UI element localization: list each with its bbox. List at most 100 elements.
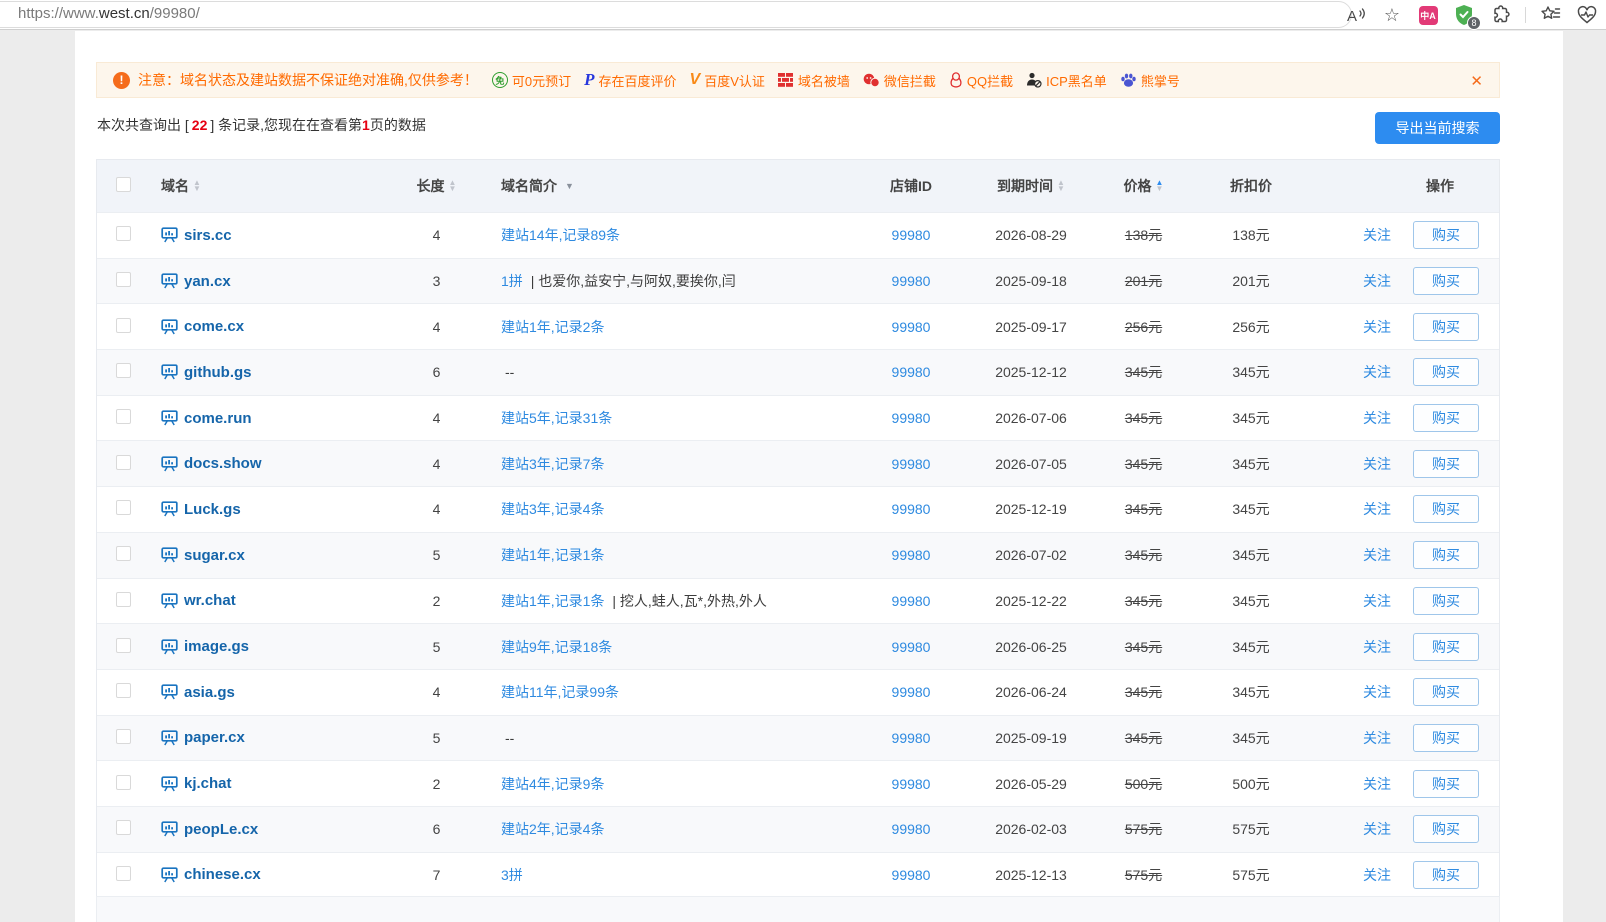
legend-label[interactable]: 百度V认证 [704,71,765,90]
buy-button[interactable]: 购买 [1413,221,1479,249]
url-text[interactable]: https://www.west.cn/99980/ [18,5,200,22]
extensions-puzzle-icon[interactable] [1489,4,1511,26]
shop-id-link[interactable]: 99980 [892,364,931,380]
shop-id-link[interactable]: 99980 [892,639,931,655]
legend-label[interactable]: 可0元预订 [512,71,571,90]
follow-link[interactable]: 关注 [1363,362,1391,382]
shop-id-link[interactable]: 99980 [892,410,931,426]
buy-button[interactable]: 购买 [1413,404,1479,432]
domain-link[interactable]: come.cx [184,318,244,335]
shop-id-link[interactable]: 99980 [892,547,931,563]
buy-button[interactable]: 购买 [1413,770,1479,798]
domain-link[interactable]: Luck.gs [184,501,241,518]
intro-link[interactable]: 建站1年,记录1条 [501,593,604,609]
buy-button[interactable]: 购买 [1413,267,1479,295]
shop-id-link[interactable]: 99980 [892,776,931,792]
header-length[interactable]: 长度 ▲▼ [417,176,457,196]
buy-button[interactable]: 购买 [1413,541,1479,569]
translate-icon[interactable]: 中A [1417,4,1439,26]
follow-link[interactable]: 关注 [1363,682,1391,702]
buy-button[interactable]: 购买 [1413,815,1479,843]
follow-link[interactable]: 关注 [1363,819,1391,839]
intro-link[interactable]: 建站11年,记录99条 [501,684,619,700]
shop-id-link[interactable]: 99980 [892,319,931,335]
header-intro[interactable]: 域名简介 ▼ [501,176,574,196]
row-checkbox[interactable] [116,683,131,698]
row-checkbox[interactable] [116,363,131,378]
row-checkbox[interactable] [116,775,131,790]
browser-essentials-icon[interactable] [1576,4,1598,26]
follow-link[interactable]: 关注 [1363,225,1391,245]
follow-link[interactable]: 关注 [1363,865,1391,885]
follow-link[interactable]: 关注 [1363,499,1391,519]
intro-link[interactable]: 建站14年,记录89条 [501,227,620,243]
shop-id-link[interactable]: 99980 [892,273,931,289]
legend-label[interactable]: QQ拦截 [967,71,1013,90]
collections-icon[interactable] [1540,4,1562,26]
buy-button[interactable]: 购买 [1413,724,1479,752]
buy-button[interactable]: 购买 [1413,678,1479,706]
buy-button[interactable]: 购买 [1413,313,1479,341]
row-checkbox[interactable] [116,409,131,424]
intro-link[interactable]: 建站2年,记录4条 [501,821,604,837]
follow-link[interactable]: 关注 [1363,728,1391,748]
domain-link[interactable]: wr.chat [184,592,236,609]
intro-link[interactable]: 建站5年,记录31条 [501,410,612,426]
intro-link[interactable]: 建站3年,记录4条 [501,501,604,517]
favorite-star-icon[interactable]: ☆ [1381,4,1403,26]
legend-label[interactable]: 熊掌号 [1141,71,1180,90]
row-checkbox[interactable] [116,729,131,744]
row-checkbox[interactable] [116,546,131,561]
domain-link[interactable]: come.run [184,410,252,427]
legend-label[interactable]: ICP黑名单 [1046,71,1107,90]
domain-link[interactable]: peopLe.cx [184,821,258,838]
intro-link[interactable]: 建站3年,记录7条 [501,456,604,472]
domain-link[interactable]: image.gs [184,638,249,655]
export-search-button[interactable]: 导出当前搜索 [1375,112,1500,144]
domain-link[interactable]: github.gs [184,364,252,381]
address-bar[interactable] [0,1,1352,28]
follow-link[interactable]: 关注 [1363,637,1391,657]
follow-link[interactable]: 关注 [1363,408,1391,428]
buy-button[interactable]: 购买 [1413,450,1479,478]
shop-id-link[interactable]: 99980 [892,684,931,700]
follow-link[interactable]: 关注 [1363,774,1391,794]
row-checkbox[interactable] [116,820,131,835]
shop-id-link[interactable]: 99980 [892,227,931,243]
domain-link[interactable]: docs.show [184,455,262,472]
row-checkbox[interactable] [116,226,131,241]
domain-link[interactable]: chinese.cx [184,866,261,883]
follow-link[interactable]: 关注 [1363,591,1391,611]
shop-id-link[interactable]: 99980 [892,456,931,472]
header-domain[interactable]: 域名 ▲▼ [161,176,201,196]
adblock-shield-icon[interactable]: 8 [1453,4,1475,26]
select-all-checkbox[interactable] [116,177,131,192]
shop-id-link[interactable]: 99980 [892,501,931,517]
shop-id-link[interactable]: 99980 [892,867,931,883]
row-checkbox[interactable] [116,592,131,607]
follow-link[interactable]: 关注 [1363,271,1391,291]
header-expire[interactable]: 到期时间 ▲▼ [997,176,1065,196]
domain-link[interactable]: kj.chat [184,775,232,792]
domain-link[interactable]: paper.cx [184,729,245,746]
shop-id-link[interactable]: 99980 [892,730,931,746]
domain-link[interactable]: sugar.cx [184,547,245,564]
close-icon[interactable]: ✕ [1470,72,1483,90]
domain-link[interactable]: sirs.cc [184,227,232,244]
row-checkbox[interactable] [116,866,131,881]
buy-button[interactable]: 购买 [1413,358,1479,386]
follow-link[interactable]: 关注 [1363,454,1391,474]
buy-button[interactable]: 购买 [1413,495,1479,523]
intro-link[interactable]: 建站4年,记录9条 [501,776,604,792]
row-checkbox[interactable] [116,638,131,653]
legend-label[interactable]: 域名被墙 [798,71,850,90]
row-checkbox[interactable] [116,272,131,287]
intro-link[interactable]: 建站9年,记录18条 [501,639,612,655]
shop-id-link[interactable]: 99980 [892,821,931,837]
row-checkbox[interactable] [116,318,131,333]
intro-link[interactable]: 建站1年,记录2条 [501,319,604,335]
read-aloud-icon[interactable]: A [1345,4,1367,26]
domain-link[interactable]: asia.gs [184,684,235,701]
buy-button[interactable]: 购买 [1413,633,1479,661]
shop-id-link[interactable]: 99980 [892,593,931,609]
